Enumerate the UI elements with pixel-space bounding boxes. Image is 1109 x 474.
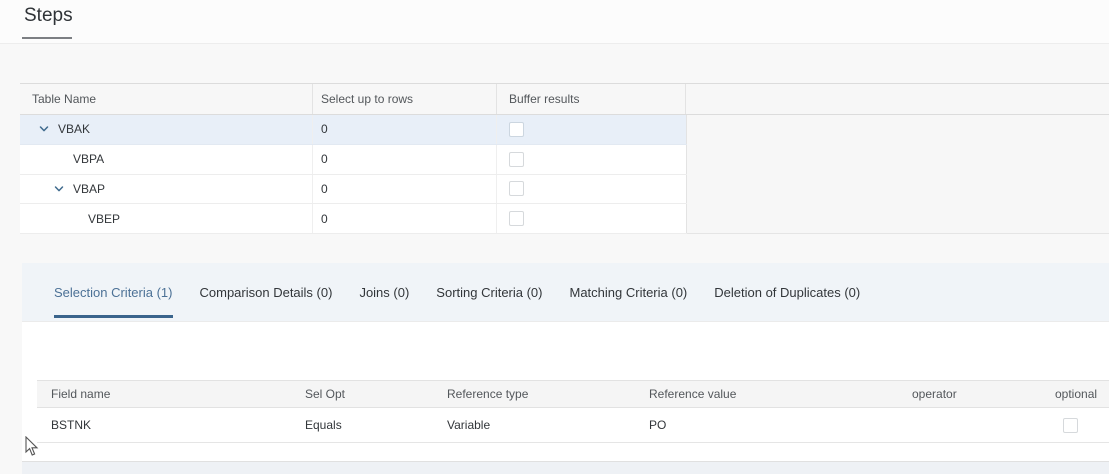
buffer-results-checkbox[interactable] [509,211,524,226]
criteria-row[interactable]: BSTNK Equals Variable PO [37,408,1109,443]
select-up-to-rows-value: 0 [321,212,328,226]
tables-tree-table: Table Name Select up to rows Buffer resu… [20,83,1109,234]
page-header: Steps [0,0,1109,44]
optional-checkbox[interactable] [1063,418,1078,433]
select-up-to-rows-value: 0 [321,122,328,136]
criteria-table-rows: BSTNK Equals Variable PO [37,408,1109,443]
tree-table-body: VBAK 0 VBPA 0 VBAP [20,115,1109,234]
buffer-results-checkbox[interactable] [509,122,524,137]
reference-value-cell: PO [649,408,666,443]
tab-sorting-criteria[interactable]: Sorting Criteria (0) [436,263,542,321]
criteria-column-header-reference-type[interactable]: Reference type [447,381,528,407]
sel-opt-cell: Equals [305,408,342,443]
column-header-table-name[interactable]: Table Name [20,84,313,114]
select-up-to-rows-value: 0 [321,152,328,166]
column-header-buffer-results[interactable]: Buffer results [497,84,686,114]
tree-row-vbpa[interactable]: VBPA 0 [20,145,687,175]
tree-table-header: Table Name Select up to rows Buffer resu… [20,84,1109,115]
tab-strip: Selection Criteria (1) Comparison Detail… [22,263,1109,322]
column-header-select-up-to-rows[interactable]: Select up to rows [313,84,497,114]
steps-page: Steps Table Name Select up to rows Buffe… [0,0,1109,474]
table-name-label: VBAK [58,122,90,136]
reference-type-cell: Variable [447,408,490,443]
tab-matching-criteria[interactable]: Matching Criteria (0) [570,263,688,321]
criteria-table-header: Field name Sel Opt Reference type Reference… [37,380,1109,408]
criteria-column-header-operator[interactable]: operator [912,381,957,407]
table-name-label: VBEP [88,212,120,226]
table-name-label: VBPA [73,152,104,166]
chevron-down-icon[interactable] [53,182,73,196]
chevron-down-icon[interactable] [38,122,58,136]
page-title-underline [22,37,72,39]
bottom-section-strip [22,462,1109,474]
tree-row-vbak[interactable]: VBAK 0 [20,115,687,145]
tree-row-vbep[interactable]: VBEP 0 [20,204,687,234]
tab-comparison-details[interactable]: Comparison Details (0) [200,263,333,321]
select-up-to-rows-value: 0 [321,182,328,196]
tab-selection-criteria[interactable]: Selection Criteria (1) [54,263,173,321]
page-title: Steps [24,5,73,27]
criteria-column-header-reference-value[interactable]: Reference value [649,381,736,407]
field-name-cell: BSTNK [51,408,91,443]
column-header-empty [686,84,1109,114]
table-name-label: VBAP [73,182,105,196]
buffer-results-checkbox[interactable] [509,181,524,196]
criteria-column-header-field-name[interactable]: Field name [51,381,110,407]
tab-joins[interactable]: Joins (0) [359,263,409,321]
selection-criteria-table: Field name Sel Opt Reference type Reference… [37,380,1109,443]
criteria-column-header-optional[interactable]: optional [1055,381,1097,407]
tree-row-vbap[interactable]: VBAP 0 [20,175,687,205]
tab-deletion-of-duplicates[interactable]: Deletion of Duplicates (0) [714,263,860,321]
buffer-results-checkbox[interactable] [509,152,524,167]
criteria-column-header-sel-opt[interactable]: Sel Opt [305,381,345,407]
